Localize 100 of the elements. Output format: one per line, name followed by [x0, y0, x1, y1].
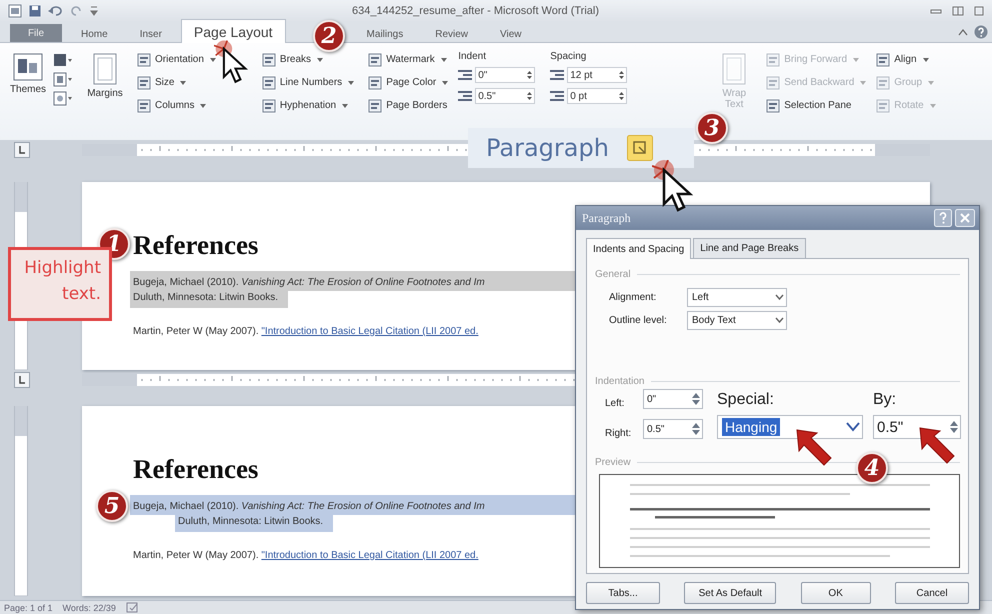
customize-icon[interactable]	[90, 5, 98, 17]
ribbon-button[interactable]: Size	[137, 74, 216, 91]
dropdown-field[interactable]: Left	[687, 288, 787, 307]
undo-icon[interactable]	[48, 5, 64, 17]
caret-icon	[922, 58, 929, 62]
collapse-ribbon-icon[interactable]	[958, 28, 968, 36]
word-icon[interactable]	[8, 4, 22, 18]
ribbon-button[interactable]: Margins	[83, 51, 127, 101]
ribbon-tab[interactable]: Inser	[126, 25, 175, 42]
caret-icon	[200, 104, 206, 108]
ribbon-tab[interactable]: Review	[422, 25, 482, 42]
dropdown-field[interactable]: Hanging	[717, 415, 863, 439]
spinner-field[interactable]: 0.5"	[873, 415, 961, 439]
field-label: By:	[873, 391, 898, 409]
section-heading: General	[595, 269, 631, 280]
dialog-tab[interactable]: Indents and Spacing	[586, 238, 692, 259]
command-icon	[262, 76, 276, 90]
ribbon-button[interactable]: Page Borders	[368, 97, 448, 114]
instruction-callout: Highlight text.	[8, 247, 112, 321]
ribbon-button[interactable]: Hyphenation	[262, 97, 354, 114]
help-icon[interactable]	[974, 25, 988, 39]
dialog-tab[interactable]: Line and Page Breaks	[693, 238, 806, 258]
group-label: Spacing	[550, 51, 588, 62]
window-title: 634_144252_resume_after - Microsoft Word (Trial)	[352, 5, 600, 17]
heading: References	[133, 454, 258, 485]
close-icon[interactable]	[955, 209, 975, 227]
dialog-launcher-icon[interactable]	[626, 135, 653, 161]
heading: References	[133, 230, 258, 261]
themes-icon	[13, 53, 43, 81]
command-icon	[137, 52, 151, 66]
ribbon-button[interactable]: Orientation	[137, 51, 216, 68]
dropdown-field[interactable]: Body Text	[687, 311, 787, 330]
command-icon	[137, 76, 151, 90]
themes-button[interactable]: Themes	[6, 51, 50, 107]
ribbon-button[interactable]: Breaks	[262, 51, 354, 68]
status-text[interactable]: Words: 22/39	[62, 602, 116, 612]
dialog-button[interactable]: Tabs...	[586, 582, 660, 604]
ribbon-button[interactable]: Columns	[137, 97, 216, 114]
spin-arrows-icon	[619, 70, 624, 80]
command-icon	[262, 98, 276, 112]
command-icon	[766, 98, 780, 112]
field-label: Alignment:	[609, 292, 658, 303]
command-icon	[262, 52, 276, 66]
theme-colors-icon[interactable]	[53, 53, 73, 69]
indent-icon	[550, 69, 564, 81]
command-icon	[876, 52, 890, 66]
restore-icon[interactable]	[952, 6, 964, 16]
caret-icon	[440, 58, 447, 62]
spin-arrows-icon	[950, 420, 958, 434]
ribbon-button[interactable]: Watermark	[368, 51, 448, 68]
section-heading: Preview	[595, 457, 631, 468]
citation-link[interactable]: "Introduction to Basic Legal Citation (LII 2007 ed.	[261, 550, 478, 561]
command-icon	[137, 98, 151, 112]
caret-icon	[348, 80, 354, 84]
command-icon	[766, 52, 780, 66]
spinner-field[interactable]: 0"	[643, 389, 703, 409]
proofing-icon[interactable]	[126, 602, 140, 613]
caret-icon	[928, 80, 934, 84]
command-icon	[368, 76, 382, 90]
command-icon	[368, 52, 382, 66]
save-icon[interactable]	[29, 5, 41, 17]
ribbon-button[interactable]: Page Color	[368, 74, 448, 91]
ribbon-button[interactable]: Selection Pane	[766, 97, 866, 114]
tab-selector-icon[interactable]	[14, 142, 30, 158]
command-icon	[876, 76, 890, 90]
spinner-field[interactable]: 0.5"	[475, 88, 536, 104]
group-label: Indent	[458, 51, 488, 62]
indent-icon	[458, 69, 472, 81]
tab-selector-icon[interactable]	[14, 372, 30, 388]
spin-arrows-icon	[527, 70, 532, 80]
ribbon-tab[interactable]: Home	[68, 25, 121, 42]
spinner-field[interactable]: 12 pt	[567, 67, 628, 83]
theme-fonts-icon[interactable]	[53, 72, 73, 88]
ribbon-button[interactable]: Align	[876, 51, 936, 68]
caret-icon	[210, 58, 216, 62]
spin-arrows-icon	[692, 392, 700, 406]
ribbon-button[interactable]: Line Numbers	[262, 74, 354, 91]
status-text[interactable]: Page: 1 of 1	[4, 602, 53, 612]
dialog-button[interactable]: OK	[800, 582, 871, 604]
indent-icon	[458, 90, 472, 102]
spinner-field[interactable]: 0 pt	[567, 88, 628, 104]
caret-icon	[860, 80, 866, 84]
spin-arrows-icon	[619, 91, 624, 101]
redo-icon[interactable]	[71, 5, 83, 17]
caret-icon	[317, 58, 324, 62]
caret-icon	[853, 58, 860, 62]
spinner-field[interactable]: 0.5"	[643, 419, 703, 439]
help-icon[interactable]	[934, 209, 952, 227]
indent-icon	[550, 90, 564, 102]
caret-icon	[930, 104, 936, 108]
dialog-button[interactable]: Set As Default	[684, 582, 776, 604]
dialog-title: Paragraph	[582, 210, 632, 226]
ribbon-tab[interactable]: Page Layout	[180, 19, 286, 43]
spinner-field[interactable]: 0"	[475, 67, 536, 83]
theme-effects-icon[interactable]	[53, 91, 73, 107]
dialog-button[interactable]: Cancel	[894, 582, 969, 604]
ribbon-tab[interactable]: Mailings	[354, 25, 416, 42]
citation-link[interactable]: "Introduction to Basic Legal Citation (LII 2007 ed.	[261, 326, 478, 337]
maximize-icon[interactable]	[974, 6, 984, 16]
ribbon-tab[interactable]: View	[487, 25, 535, 42]
